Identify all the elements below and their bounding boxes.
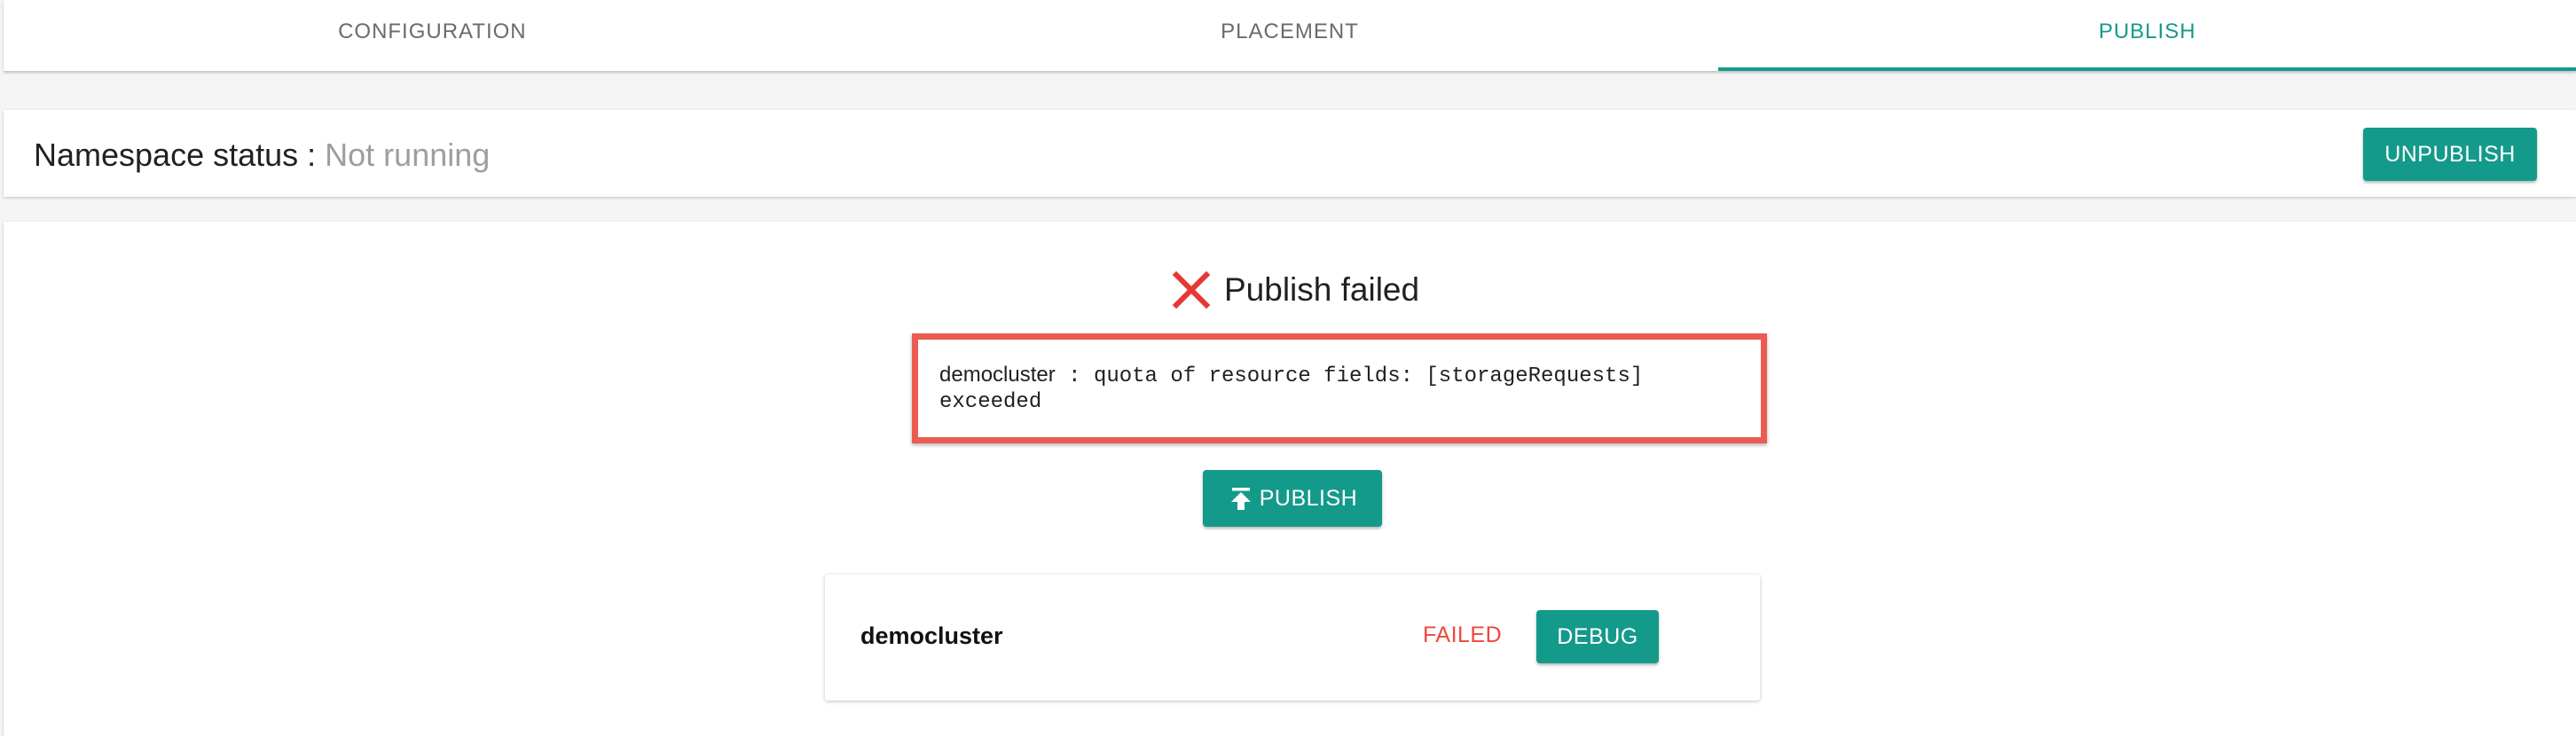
unpublish-button[interactable]: UNPUBLISH <box>2363 128 2537 181</box>
namespace-status-label: Namespace status : <box>34 137 326 173</box>
tab-placement[interactable]: PLACEMENT <box>861 0 1719 71</box>
x-icon <box>1172 270 1211 309</box>
publish-result-title: Publish failed <box>1224 271 1420 308</box>
error-cluster-name: democluster <box>939 363 1056 387</box>
publish-button-label: PUBLISH <box>1259 485 1358 511</box>
tab-bar: CONFIGURATION PLACEMENT PUBLISH <box>4 0 2576 71</box>
error-message-box: democluster : quota of resource fields: … <box>912 333 1767 443</box>
cluster-status-badge: FAILED <box>1423 622 1503 647</box>
tab-configuration[interactable]: CONFIGURATION <box>4 0 861 71</box>
namespace-status-card: Namespace status : Not running UNPUBLISH <box>4 110 2576 197</box>
tab-publish[interactable]: PUBLISH <box>1718 0 2576 71</box>
publish-button[interactable]: PUBLISH <box>1203 470 1382 527</box>
namespace-status-value: Not running <box>325 137 491 173</box>
upload-icon <box>1230 488 1251 510</box>
namespace-status: Namespace status : Not running <box>34 137 490 174</box>
error-message: democluster : quota of resource fields: … <box>918 340 1761 437</box>
cluster-status-row: democluster FAILED DEBUG <box>825 575 1760 701</box>
debug-button[interactable]: DEBUG <box>1536 610 1659 663</box>
publish-result-card: Publish failed democluster : quota of re… <box>4 222 2576 736</box>
cluster-name: democluster <box>860 622 1003 649</box>
publish-result-header: Publish failed <box>1171 268 1419 312</box>
